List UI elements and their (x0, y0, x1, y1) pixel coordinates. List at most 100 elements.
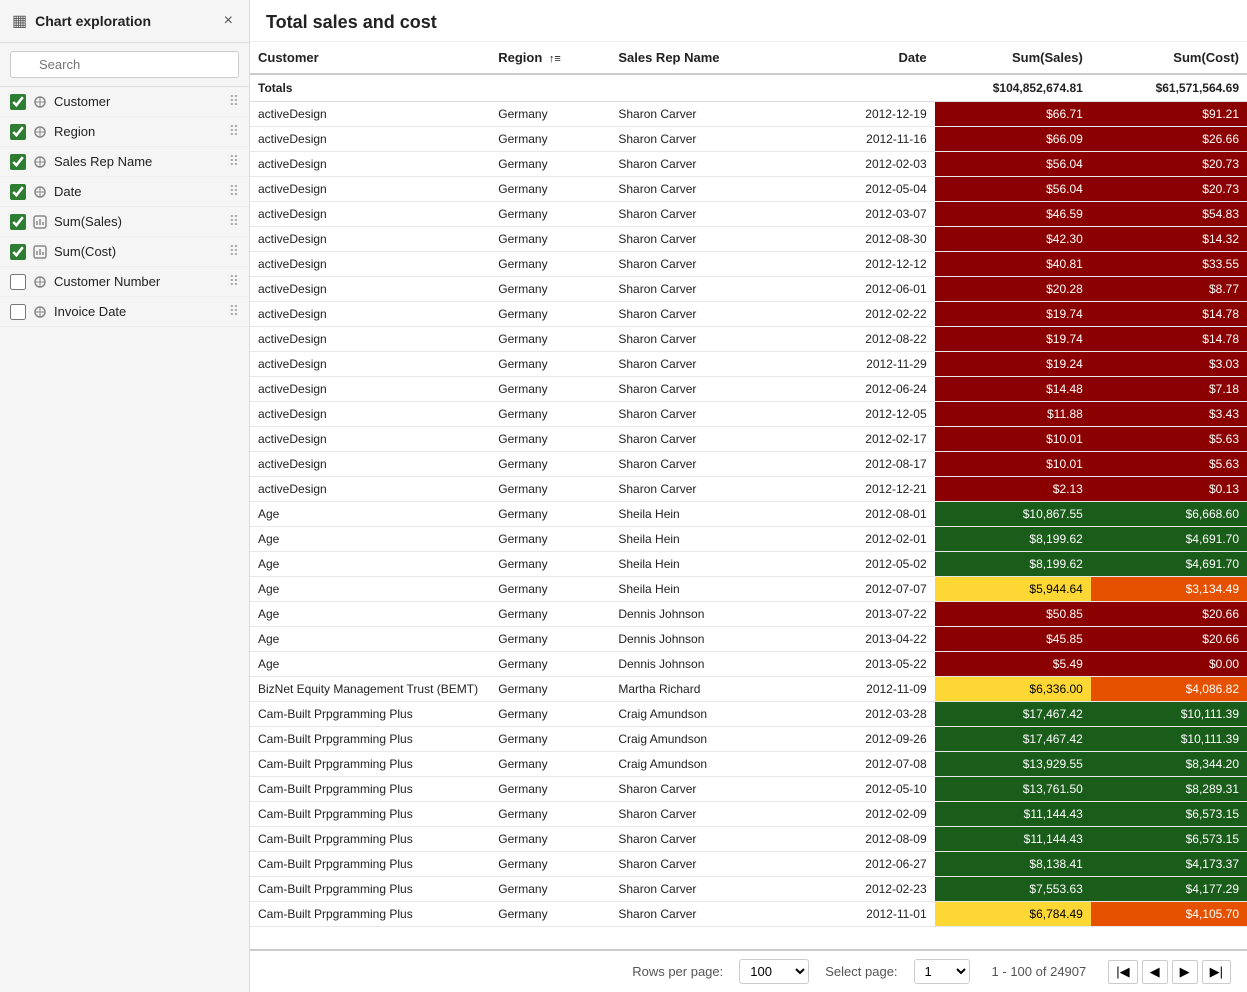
cell-customer: activeDesign (250, 177, 490, 202)
checkbox-sum-sales[interactable] (10, 214, 26, 230)
cell-customer: activeDesign (250, 402, 490, 427)
cell-salesrep: Sheila Hein (610, 502, 802, 527)
table-row: Age Germany Sheila Hein 2012-05-02 $8,19… (250, 552, 1247, 577)
sidebar-item-customer[interactable]: Customer⠿ (0, 87, 249, 117)
col-header-date[interactable]: Date (803, 42, 935, 74)
cell-salesrep: Dennis Johnson (610, 602, 802, 627)
cell-region: Germany (490, 752, 610, 777)
select-page-label: Select page: (825, 964, 897, 979)
cell-region: Germany (490, 502, 610, 527)
cell-customer: BizNet Equity Management Trust (BEMT) (250, 677, 490, 702)
cell-cost: $14.32 (1091, 227, 1247, 252)
checkbox-customer[interactable] (10, 94, 26, 110)
table-container[interactable]: Customer Region ↑≡ Sales Rep Name Date S… (250, 42, 1247, 949)
table-row: activeDesign Germany Sharon Carver 2012-… (250, 227, 1247, 252)
cell-sales: $8,199.62 (935, 527, 1091, 552)
prev-page-button[interactable]: ◀ (1142, 960, 1168, 984)
table-row: activeDesign Germany Sharon Carver 2012-… (250, 177, 1247, 202)
cell-date: 2012-11-01 (803, 902, 935, 927)
cell-customer: Cam-Built Prpgramming Plus (250, 827, 490, 852)
cell-cost: $5.63 (1091, 427, 1247, 452)
cell-region: Germany (490, 827, 610, 852)
cell-salesrep: Sharon Carver (610, 152, 802, 177)
sidebar-item-invoice-date[interactable]: Invoice Date⠿ (0, 297, 249, 327)
cell-cost: $4,691.70 (1091, 552, 1247, 577)
table-row: activeDesign Germany Sharon Carver 2012-… (250, 102, 1247, 127)
checkbox-customer-number[interactable] (10, 274, 26, 290)
cell-cost: $10,111.39 (1091, 702, 1247, 727)
cell-region: Germany (490, 427, 610, 452)
cell-date: 2012-03-07 (803, 202, 935, 227)
table-row: Age Germany Dennis Johnson 2013-05-22 $5… (250, 652, 1247, 677)
col-header-cost[interactable]: Sum(Cost) (1091, 42, 1247, 74)
col-header-salesrep[interactable]: Sales Rep Name (610, 42, 802, 74)
cell-region: Germany (490, 352, 610, 377)
checkbox-invoice-date[interactable] (10, 304, 26, 320)
sidebar-item-region[interactable]: Region⠿ (0, 117, 249, 147)
cell-region: Germany (490, 852, 610, 877)
first-page-button[interactable]: |◀ (1108, 960, 1137, 984)
checkbox-sales-rep-name[interactable] (10, 154, 26, 170)
search-input[interactable] (10, 51, 239, 78)
table-row: Age Germany Sheila Hein 2012-08-01 $10,8… (250, 502, 1247, 527)
rows-per-page-select[interactable]: 100 50 25 (739, 959, 809, 984)
cell-salesrep: Sharon Carver (610, 852, 802, 877)
table-row: activeDesign Germany Sharon Carver 2012-… (250, 327, 1247, 352)
cell-customer: Age (250, 577, 490, 602)
col-header-region[interactable]: Region ↑≡ (490, 42, 610, 74)
cell-salesrep: Sheila Hein (610, 552, 802, 577)
table-row: activeDesign Germany Sharon Carver 2012-… (250, 277, 1247, 302)
drag-handle-sum-cost[interactable]: ⠿ (229, 243, 239, 260)
page-navigation: |◀ ◀ ▶ ▶| (1108, 960, 1231, 984)
sidebar-item-sum-sales[interactable]: Sum(Sales)⠿ (0, 207, 249, 237)
cell-sales: $14.48 (935, 377, 1091, 402)
cell-cost: $8,344.20 (1091, 752, 1247, 777)
cell-salesrep: Sharon Carver (610, 827, 802, 852)
cell-sales: $56.04 (935, 152, 1091, 177)
col-header-customer[interactable]: Customer (250, 42, 490, 74)
cell-date: 2012-06-27 (803, 852, 935, 877)
sidebar-item-sales-rep-name[interactable]: Sales Rep Name⠿ (0, 147, 249, 177)
cell-customer: activeDesign (250, 302, 490, 327)
drag-handle-date[interactable]: ⠿ (229, 183, 239, 200)
cell-region: Germany (490, 877, 610, 902)
next-page-button[interactable]: ▶ (1172, 960, 1198, 984)
dimension-icon-customer (32, 94, 48, 110)
cell-sales: $42.30 (935, 227, 1091, 252)
cell-customer: activeDesign (250, 452, 490, 477)
table-row: Age Germany Sheila Hein 2012-07-07 $5,94… (250, 577, 1247, 602)
sidebar-item-date[interactable]: Date⠿ (0, 177, 249, 207)
cell-salesrep: Sharon Carver (610, 327, 802, 352)
table-row: activeDesign Germany Sharon Carver 2012-… (250, 377, 1247, 402)
cell-customer: Age (250, 627, 490, 652)
sidebar-item-customer-number[interactable]: Customer Number⠿ (0, 267, 249, 297)
cell-cost: $6,573.15 (1091, 827, 1247, 852)
cell-cost: $26.66 (1091, 127, 1247, 152)
drag-handle-invoice-date[interactable]: ⠿ (229, 303, 239, 320)
checkbox-date[interactable] (10, 184, 26, 200)
drag-handle-sum-sales[interactable]: ⠿ (229, 213, 239, 230)
cell-salesrep: Sharon Carver (610, 227, 802, 252)
drag-handle-customer[interactable]: ⠿ (229, 93, 239, 110)
col-header-sales[interactable]: Sum(Sales) (935, 42, 1091, 74)
drag-handle-sales-rep-name[interactable]: ⠿ (229, 153, 239, 170)
cell-customer: Cam-Built Prpgramming Plus (250, 727, 490, 752)
cell-date: 2013-04-22 (803, 627, 935, 652)
close-button[interactable]: × (220, 10, 237, 32)
cell-salesrep: Sharon Carver (610, 427, 802, 452)
cell-date: 2012-12-05 (803, 402, 935, 427)
cell-salesrep: Sharon Carver (610, 102, 802, 127)
cell-sales: $10,867.55 (935, 502, 1091, 527)
cell-cost: $6,668.60 (1091, 502, 1247, 527)
select-page-select[interactable]: 1 (914, 959, 970, 984)
cell-date: 2012-02-01 (803, 527, 935, 552)
drag-handle-customer-number[interactable]: ⠿ (229, 273, 239, 290)
checkbox-sum-cost[interactable] (10, 244, 26, 260)
cell-region: Germany (490, 727, 610, 752)
checkbox-region[interactable] (10, 124, 26, 140)
last-page-button[interactable]: ▶| (1202, 960, 1231, 984)
cell-region: Germany (490, 227, 610, 252)
sidebar-item-sum-cost[interactable]: Sum(Cost)⠿ (0, 237, 249, 267)
drag-handle-region[interactable]: ⠿ (229, 123, 239, 140)
table-row: Cam-Built Prpgramming Plus Germany Sharo… (250, 802, 1247, 827)
